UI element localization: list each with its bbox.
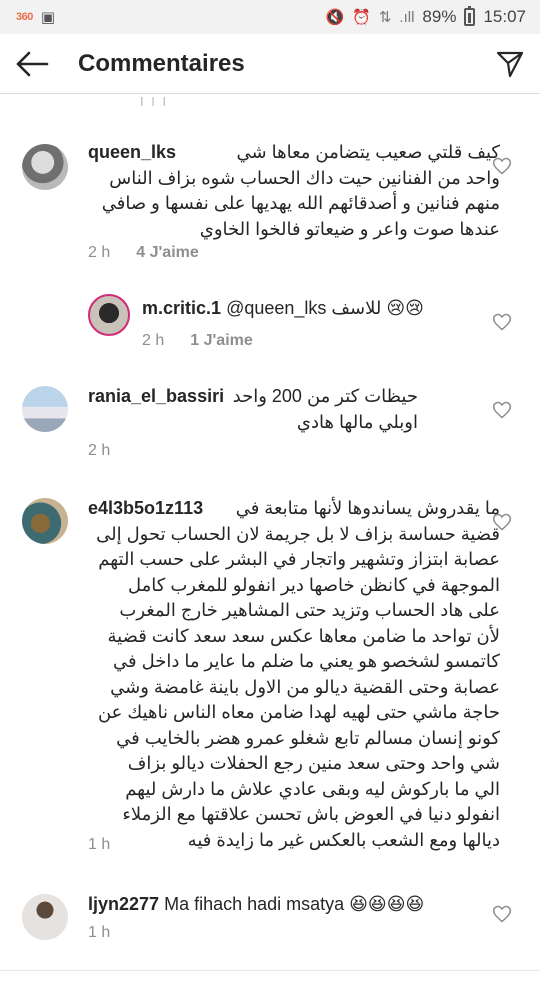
comment-line: عندها صوت واعر و ضيعاتو فالخوا الخاوي — [199, 218, 500, 239]
comment-line: الموجهة في كانظن خاصها دير انفولو للمغرب… — [128, 574, 500, 595]
heart-icon[interactable] — [492, 312, 512, 332]
comment-line: للاسف 😢😢 — [331, 298, 424, 318]
comment-meta: 1 h — [88, 924, 110, 942]
comment-time: 2 h — [88, 442, 111, 459]
back-arrow-button[interactable] — [0, 34, 64, 94]
comment-e4l3b5o1z113: e4l3b5o1z113 ما يقدروش يساندوها لأنها مت… — [0, 494, 540, 864]
comment-line: حاجة ماشي حتى لهيه لهدا ضامن معاه الناس … — [97, 702, 500, 722]
previous-comment-remnant: I I I — [140, 94, 169, 109]
avatar[interactable] — [88, 294, 130, 336]
comment-rania-el-bassiri: rania_el_bassiri حيظات كتر من 200 واحد ا… — [0, 382, 540, 466]
heart-icon[interactable] — [492, 904, 512, 924]
comment-username[interactable]: ljyn2277 — [88, 894, 159, 914]
gallery-notification-icon: ▣ — [40, 9, 56, 26]
comment-username[interactable]: e4l3b5o1z113 — [88, 496, 203, 522]
avatar[interactable] — [22, 144, 68, 190]
comment-line: حيظات كتر من 200 واحد — [232, 386, 418, 406]
comment-username[interactable]: m.critic.1 — [142, 298, 221, 318]
comment-queen-lks: queen_lks كيف قلتي صعيب يتضامن معاها شي … — [0, 138, 540, 268]
comment-line: ما يقدروش يساندوها لأنها متابعة في — [235, 498, 500, 518]
comment-meta: 2 h 1 J'aime — [142, 332, 253, 350]
paper-plane-icon — [496, 51, 524, 77]
comment-likes[interactable]: 4 J'aime — [136, 244, 199, 262]
comment-time: 2 h — [142, 332, 165, 349]
comment-line: اوبلي مالها هادي — [296, 411, 418, 432]
status-bar: 360 ▣ 🔇 ⏰ ⇅ .ıll 89% 15:07 — [0, 0, 540, 34]
reply-m-critic-1: m.critic.1 @queen_lks للاسف 😢😢 2 h 1 J'a… — [0, 292, 540, 358]
mute-icon: 🔇 — [325, 9, 345, 26]
comment-username[interactable]: rania_el_bassiri — [88, 384, 224, 410]
comment-meta: 2 h 4 J'aime — [88, 244, 199, 262]
comment-time: 1 h — [88, 924, 111, 941]
comment-body: rania_el_bassiri حيظات كتر من 200 واحد ا… — [88, 384, 418, 435]
comment-line: قضية حساسة بزاف لا بل جريمة لان الحساب ت… — [96, 523, 500, 544]
heart-icon[interactable] — [492, 400, 512, 420]
avatar[interactable] — [22, 498, 68, 544]
comment-username[interactable]: queen_lks — [88, 140, 176, 166]
data-signal-icon: ⇅ — [378, 9, 392, 26]
comment-body: e4l3b5o1z113 ما يقدروش يساندوها لأنها مت… — [88, 496, 500, 853]
comment-line: انفولو دنيا في العوض باش تحسن علاقتها مع… — [122, 804, 500, 824]
mention-link[interactable]: @queen_lks — [226, 298, 326, 318]
comment-time: 1 h — [88, 836, 111, 853]
battery-percent: 89% — [422, 7, 457, 26]
heart-icon[interactable] — [492, 156, 512, 176]
avatar[interactable] — [22, 894, 68, 940]
page-title: Commentaires — [78, 49, 245, 77]
heart-icon[interactable] — [492, 512, 512, 532]
comment-line: عصابة ابتزاز وتشهير واتجار في البشر على … — [98, 549, 500, 569]
header: Commentaires — [0, 34, 540, 94]
comment-line: منهم فنانين و أصدقائهم الله يهديها على ن… — [101, 193, 500, 213]
comment-line: عصابة وحتى القضية ديالو من الاول باينة غ… — [110, 676, 500, 697]
comment-line: كيف قلتي صعيب يتضامن معاها شي — [236, 142, 500, 162]
back-arrow-icon — [16, 51, 49, 76]
comment-body: ljyn2277 Ma fihach hadi msatya 😆😆😆😆 — [88, 892, 500, 918]
comment-likes[interactable]: 1 J'aime — [190, 332, 253, 350]
divider — [0, 970, 540, 971]
app-badge: 360 — [16, 11, 33, 23]
comment-line: شي واحد وحتى سعد منين رجع الحفلات ديالو … — [127, 753, 500, 773]
comment-line: لأن تواحد ما ضامن معاها عكس سعد سعد كانت… — [107, 625, 501, 646]
comment-meta: 1 h — [88, 836, 110, 854]
comment-body: queen_lks كيف قلتي صعيب يتضامن معاها شي … — [88, 140, 500, 242]
comment-line: الي ما باركوش ليه وبقى عادي علاش ما دارش… — [125, 778, 500, 799]
signal-bars-icon: .ıll — [399, 8, 415, 26]
avatar[interactable] — [22, 386, 68, 432]
clock: 15:07 — [483, 7, 526, 26]
comment-line: ديالها ومع الشعب بالعكس غير ما زايدة فيه — [187, 829, 500, 850]
comment-line: كاتمسو لشخصو هو يعني ما ضلم ما عاير ما د… — [113, 651, 500, 671]
comment-line: Ma fihach hadi msatya 😆😆😆😆 — [164, 894, 425, 914]
comment-ljyn2277: ljyn2277 Ma fihach hadi msatya 😆😆😆😆 1 h — [0, 892, 540, 952]
comment-line: كونو إنسان مسالم تابع شغلو عمرو هضر بالخ… — [116, 727, 500, 748]
comment-line: واحد من الفنانين حيت داك الحساب شوه بزاف… — [109, 167, 500, 188]
battery-icon — [464, 6, 476, 26]
alarm-icon: ⏰ — [352, 9, 371, 26]
comment-time: 2 h — [88, 244, 111, 261]
comment-body: m.critic.1 @queen_lks للاسف 😢😢 — [142, 296, 472, 322]
comment-meta: 2 h — [88, 442, 110, 460]
share-button[interactable] — [480, 34, 540, 94]
comment-line: على هاد الحساب وتزيد حتى المشاهير خارج ا… — [119, 600, 500, 620]
